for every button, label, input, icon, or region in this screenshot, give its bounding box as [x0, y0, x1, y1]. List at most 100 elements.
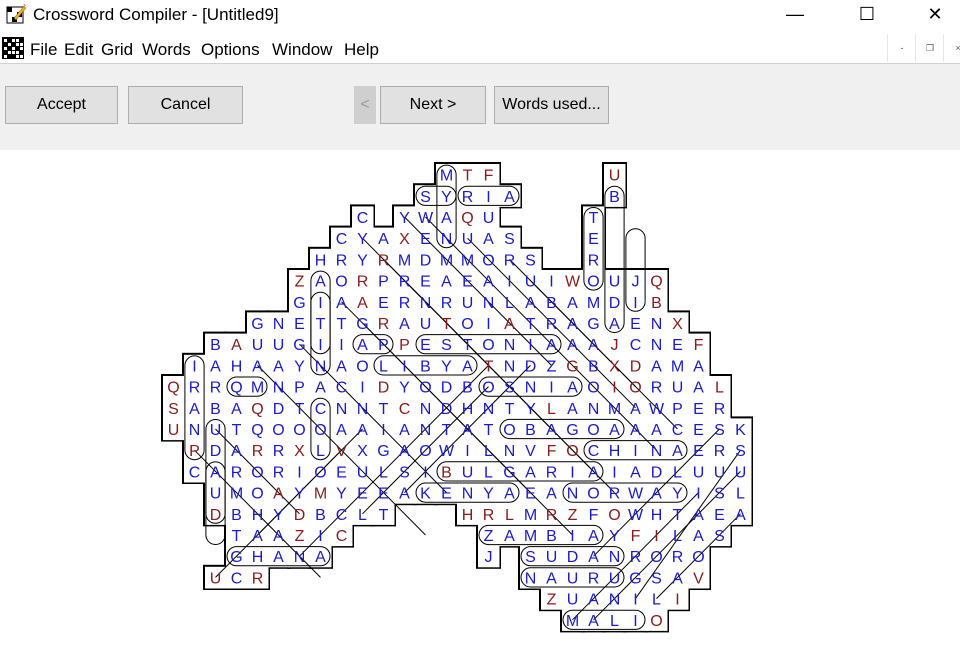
- grid-cell-letter[interactable]: I: [696, 486, 700, 503]
- grid-cell-letter[interactable]: U: [525, 274, 537, 291]
- grid-cell-letter[interactable]: A: [672, 443, 683, 460]
- grid-cell-letter[interactable]: N: [525, 380, 537, 397]
- grid-cell-letter[interactable]: E: [525, 486, 536, 503]
- grid-cell-letter[interactable]: T: [526, 316, 536, 333]
- grid-cell-letter[interactable]: C: [336, 528, 348, 545]
- grid-cell-letter[interactable]: F: [694, 337, 704, 354]
- grid-cell-letter[interactable]: R: [588, 570, 600, 587]
- grid-cell-letter[interactable]: D: [210, 507, 222, 524]
- grid-cell-letter[interactable]: I: [465, 443, 469, 460]
- grid-cell-letter[interactable]: S: [168, 401, 179, 418]
- grid-cell-letter[interactable]: O: [335, 274, 347, 291]
- grid-cell-letter[interactable]: U: [483, 210, 495, 227]
- grid-cell-letter[interactable]: B: [210, 337, 221, 354]
- grid-cell-letter[interactable]: P: [672, 401, 683, 418]
- grid-cell-letter[interactable]: S: [651, 570, 662, 587]
- grid-cell-letter[interactable]: O: [566, 443, 578, 460]
- grid-cell-letter[interactable]: O: [314, 422, 326, 439]
- grid-cell-letter[interactable]: K: [420, 486, 431, 503]
- grid-cell-letter[interactable]: H: [462, 507, 474, 524]
- grid-cell-letter[interactable]: R: [672, 549, 684, 566]
- grid-cell-letter[interactable]: B: [546, 295, 557, 312]
- grid-cell-letter[interactable]: T: [316, 316, 326, 333]
- grid-cell-letter[interactable]: T: [232, 422, 242, 439]
- grid-cell-letter[interactable]: A: [525, 295, 536, 312]
- grid-cell-letter[interactable]: E: [441, 486, 452, 503]
- grid-cell-letter[interactable]: U: [420, 316, 432, 333]
- grid-cell-letter[interactable]: W: [649, 401, 665, 418]
- grid-cell-letter[interactable]: D: [609, 295, 621, 312]
- grid-cell-letter[interactable]: B: [315, 507, 326, 524]
- grid-cell-letter[interactable]: R: [483, 507, 495, 524]
- grid-cell-letter[interactable]: C: [672, 422, 684, 439]
- grid-cell-letter[interactable]: Y: [294, 358, 305, 375]
- grid-cell-letter[interactable]: A: [693, 507, 704, 524]
- grid-cell-letter[interactable]: B: [231, 507, 242, 524]
- grid-cell-letter[interactable]: A: [693, 528, 704, 545]
- grid-cell-letter[interactable]: I: [318, 295, 322, 312]
- grid-cell-letter[interactable]: Y: [294, 486, 305, 503]
- grid-cell-letter[interactable]: T: [337, 316, 347, 333]
- grid-cell-letter[interactable]: N: [273, 316, 285, 333]
- grid-cell-letter[interactable]: R: [546, 507, 558, 524]
- grid-cell-letter[interactable]: A: [504, 486, 515, 503]
- grid-cell-letter[interactable]: I: [654, 528, 658, 545]
- grid-cell-letter[interactable]: A: [588, 592, 599, 609]
- menu-file[interactable]: File: [30, 40, 57, 60]
- grid-cell-letter[interactable]: A: [399, 443, 410, 460]
- grid-cell-letter[interactable]: L: [652, 592, 661, 609]
- grid-cell-letter[interactable]: U: [714, 464, 726, 481]
- grid-cell-letter[interactable]: E: [294, 316, 305, 333]
- grid-cell-letter[interactable]: F: [484, 168, 494, 185]
- grid-cell-letter[interactable]: H: [462, 401, 474, 418]
- grid-cell-letter[interactable]: L: [484, 464, 493, 481]
- grid-cell-letter[interactable]: N: [357, 401, 369, 418]
- next-button[interactable]: Next >: [380, 86, 486, 124]
- grid-cell-letter[interactable]: I: [192, 358, 196, 375]
- grid-cell-letter[interactable]: A: [630, 464, 641, 481]
- grid-cell-letter[interactable]: U: [210, 422, 222, 439]
- grid-cell-letter[interactable]: D: [420, 252, 432, 269]
- grid-cell-letter[interactable]: H: [252, 549, 264, 566]
- grid-cell-letter[interactable]: A: [504, 316, 515, 333]
- maximize-button[interactable]: ☐: [844, 0, 890, 30]
- grid-cell-letter[interactable]: J: [485, 549, 493, 566]
- grid-cell-letter[interactable]: A: [399, 316, 410, 333]
- grid-cell-letter[interactable]: N: [609, 549, 621, 566]
- grid-cell-letter[interactable]: A: [399, 422, 410, 439]
- grid-cell-letter[interactable]: O: [650, 549, 662, 566]
- grid-cell-letter[interactable]: T: [484, 358, 494, 375]
- grid-cell-letter[interactable]: Y: [357, 231, 368, 248]
- grid-cell-letter[interactable]: A: [252, 528, 263, 545]
- grid-cell-letter[interactable]: I: [381, 422, 385, 439]
- grid-cell-letter[interactable]: O: [314, 464, 326, 481]
- grid-cell-letter[interactable]: U: [567, 570, 579, 587]
- grid-cell-letter[interactable]: I: [507, 274, 511, 291]
- grid-cell-letter[interactable]: A: [357, 422, 368, 439]
- grid-cell-letter[interactable]: G: [566, 422, 578, 439]
- grid-cell-letter[interactable]: M: [314, 486, 327, 503]
- grid-cell-letter[interactable]: A: [210, 464, 221, 481]
- grid-cell-letter[interactable]: G: [293, 295, 305, 312]
- grid-cell-letter[interactable]: U: [546, 549, 558, 566]
- grid-cell-letter[interactable]: R: [378, 316, 390, 333]
- grid-cell-letter[interactable]: A: [462, 422, 473, 439]
- grid-cell-letter[interactable]: E: [588, 231, 599, 248]
- grid-cell-letter[interactable]: T: [442, 422, 452, 439]
- grid-cell-letter[interactable]: O: [587, 422, 599, 439]
- grid-cell-letter[interactable]: U: [735, 464, 747, 481]
- grid-cell-letter[interactable]: A: [315, 274, 326, 291]
- grid-cell-letter[interactable]: A: [588, 613, 599, 630]
- grid-cell-letter[interactable]: Z: [547, 358, 557, 375]
- grid-cell-letter[interactable]: V: [525, 443, 536, 460]
- grid-cell-letter[interactable]: R: [504, 252, 516, 269]
- grid-cell-letter[interactable]: A: [273, 486, 284, 503]
- grid-cell-letter[interactable]: U: [252, 337, 264, 354]
- grid-cell-letter[interactable]: G: [293, 337, 305, 354]
- grid-cell-letter[interactable]: O: [356, 358, 368, 375]
- grid-cell-letter[interactable]: Y: [441, 189, 452, 206]
- grid-cell-letter[interactable]: O: [482, 252, 494, 269]
- grid-cell-letter[interactable]: N: [504, 443, 516, 460]
- grid-cell-letter[interactable]: N: [420, 422, 432, 439]
- grid-cell-letter[interactable]: D: [210, 443, 222, 460]
